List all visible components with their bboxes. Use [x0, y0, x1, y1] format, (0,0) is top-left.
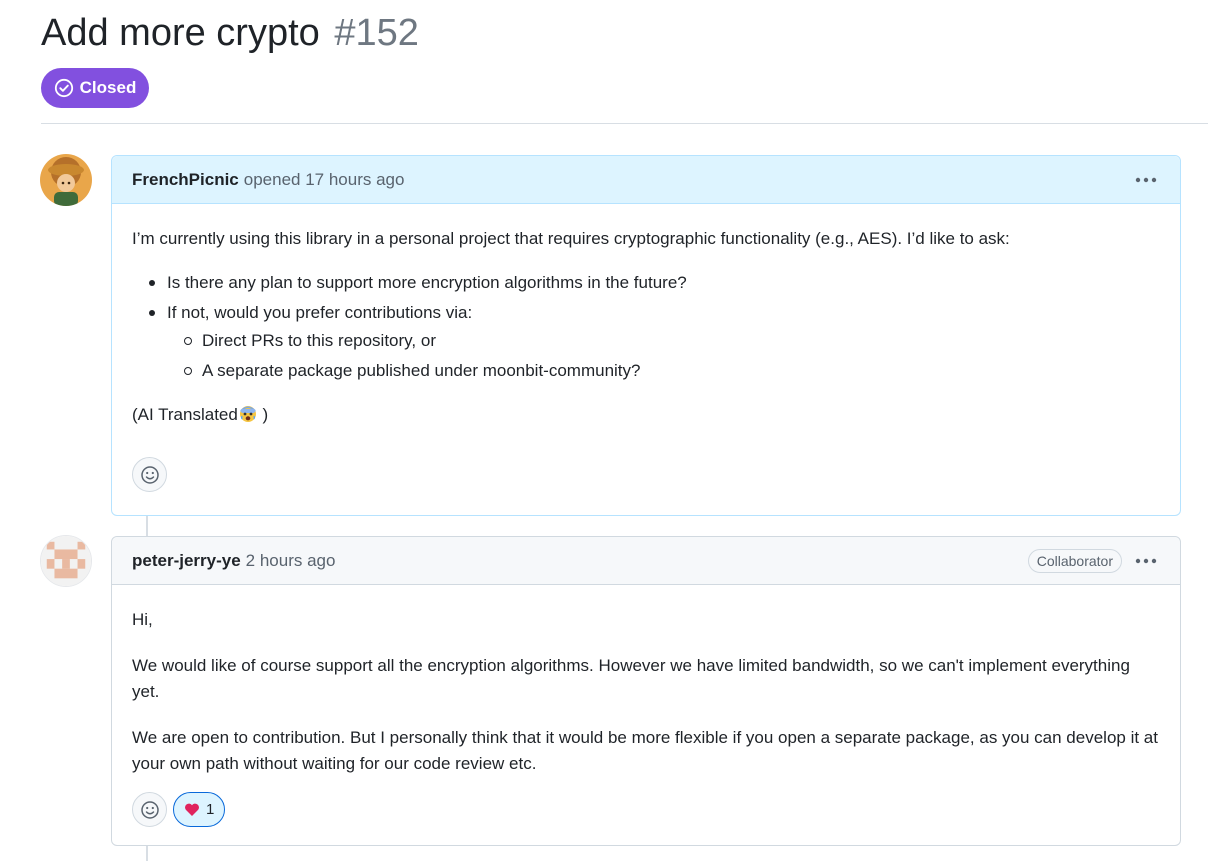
- comment-timestamp[interactable]: opened 17 hours ago: [244, 170, 405, 190]
- sub-bullet-list: Direct PRs to this repository, or A sepa…: [167, 328, 1160, 384]
- issue-state-badge: Closed: [41, 68, 149, 108]
- comment-menu-button[interactable]: [1132, 170, 1160, 190]
- comment-header: peter-jerry-ye 2 hours ago Collaborator: [112, 537, 1180, 585]
- issue-title: Add more crypto #152: [41, 12, 419, 55]
- comment-paragraph: We are open to contribution. But I perso…: [132, 728, 1158, 773]
- sub-list-item: A separate package published under moonb…: [167, 358, 1160, 384]
- reactions-row: 1: [132, 792, 1160, 827]
- avatar-peter-jerry-ye[interactable]: [40, 535, 92, 587]
- heart-reaction-button[interactable]: 1: [173, 792, 226, 827]
- comment-opening: FrenchPicnic opened 17 hours ago I’m cur…: [111, 155, 1181, 516]
- bullet-list: Is there any plan to support more encryp…: [132, 270, 1160, 384]
- avatar-image: [40, 154, 92, 206]
- kebab-horizontal-icon: [1135, 177, 1157, 182]
- reactions-row: [132, 457, 1160, 492]
- comment-header: FrenchPicnic opened 17 hours ago: [112, 156, 1180, 204]
- comment-body: Hi, We would like of course support all …: [112, 607, 1180, 827]
- comment-reply: peter-jerry-ye 2 hours ago Collaborator …: [111, 536, 1181, 846]
- comment-timestamp[interactable]: 2 hours ago: [246, 551, 336, 571]
- reaction-count: 1: [206, 800, 215, 818]
- smiley-icon: [140, 800, 159, 819]
- comment-body: I’m currently using this library in a pe…: [112, 226, 1180, 492]
- comment-author[interactable]: FrenchPicnic: [132, 170, 239, 190]
- kebab-horizontal-icon: [1135, 558, 1157, 563]
- issue-title-text: Add more crypto: [41, 12, 320, 54]
- add-reaction-button[interactable]: [132, 457, 167, 492]
- avatar-frenchpicnic[interactable]: [40, 154, 92, 206]
- list-item: Is there any plan to support more encryp…: [132, 270, 1160, 296]
- issue-number: #152: [334, 12, 419, 54]
- comment-paragraph: Hi,: [132, 610, 153, 629]
- collaborator-badge: Collaborator: [1027, 548, 1122, 573]
- comment-paragraph: I’m currently using this library in a pe…: [132, 229, 1010, 248]
- issue-closed-icon: [54, 78, 73, 98]
- sub-list-item: Direct PRs to this repository, or: [167, 328, 1160, 354]
- scared-face-emoji-icon: [239, 406, 256, 422]
- issue-state-label: Closed: [79, 78, 137, 97]
- list-item: If not, would you prefer contributions v…: [132, 300, 1160, 384]
- avatar-image: [41, 536, 91, 586]
- comment-note: (AI Translated ): [132, 405, 269, 424]
- smiley-icon: [140, 465, 159, 484]
- comment-paragraph: We would like of course support all the …: [132, 656, 1130, 701]
- header-divider: [41, 123, 1208, 124]
- heart-icon: [185, 803, 199, 816]
- comment-author[interactable]: peter-jerry-ye: [132, 551, 241, 571]
- comment-menu-button[interactable]: [1132, 551, 1160, 571]
- add-reaction-button[interactable]: [132, 792, 167, 827]
